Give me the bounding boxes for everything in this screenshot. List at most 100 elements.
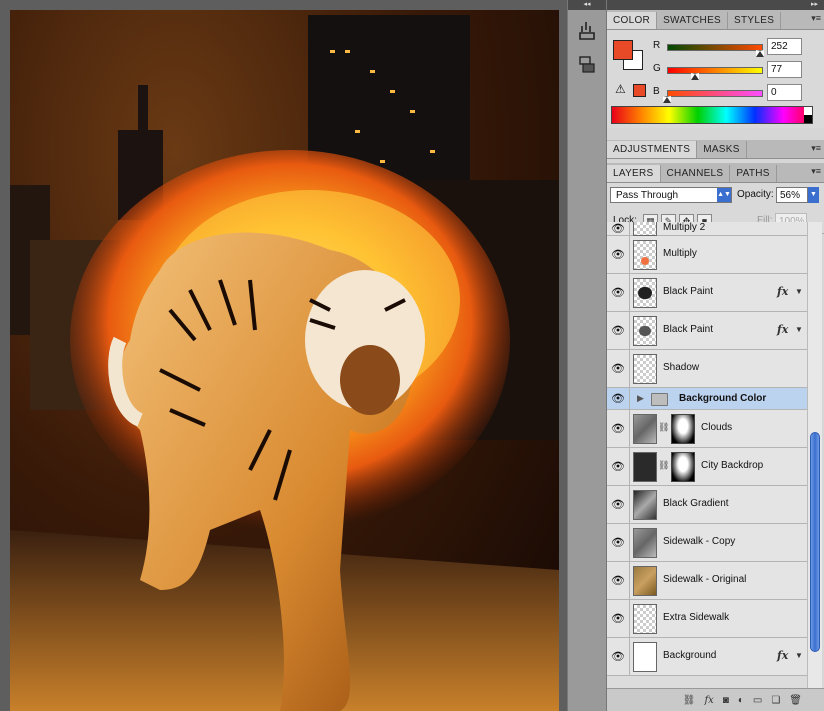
layer-thumbnail <box>633 414 657 444</box>
clone-source-icon[interactable] <box>574 52 600 78</box>
tab-layers[interactable]: LAYERS <box>607 165 661 182</box>
artwork-image[interactable] <box>10 10 559 711</box>
layer-row-black-gradient[interactable]: 👁 Black Gradient <box>607 486 807 524</box>
layer-thumbnail <box>633 316 657 346</box>
red-label: R <box>653 40 661 51</box>
new-layer-icon[interactable]: ❏ <box>771 695 780 706</box>
red-slider-thumb[interactable] <box>755 50 764 57</box>
layer-row-black-paint-2[interactable]: 👁 Black Paint fx ▼ <box>607 312 807 350</box>
green-slider-track[interactable] <box>667 67 763 74</box>
color-spectrum-bar[interactable] <box>611 106 813 124</box>
tab-channels[interactable]: CHANNELS <box>661 165 731 182</box>
link-layers-icon[interactable]: ⛓ <box>683 695 696 706</box>
layer-thumbnail <box>633 452 657 482</box>
blend-mode-arrow-icon[interactable]: ▲▼ <box>717 188 731 202</box>
document-canvas-area[interactable] <box>0 0 567 711</box>
link-icon[interactable]: ⛓ <box>658 460 669 471</box>
adjustments-tabbar: ADJUSTMENTS MASKS ▾≡ <box>607 140 824 159</box>
eye-icon[interactable]: 👁 <box>607 222 630 235</box>
eye-icon[interactable]: 👁 <box>607 350 630 387</box>
link-icon[interactable]: ⛓ <box>658 422 669 433</box>
layer-group-background-color[interactable]: 👁 ▶ Background Color <box>607 388 807 410</box>
eye-icon[interactable]: 👁 <box>607 562 630 599</box>
add-mask-icon[interactable]: ◙ <box>723 695 729 706</box>
fx-icon[interactable]: fx <box>777 649 788 662</box>
layer-row-extra-sidewalk[interactable]: 👁 Extra Sidewalk <box>607 600 807 638</box>
tab-masks[interactable]: MASKS <box>697 141 747 158</box>
fx-icon[interactable]: fx <box>777 285 788 298</box>
new-adjustment-layer-icon[interactable]: ◐ <box>738 695 744 706</box>
layer-name: Multiply <box>663 248 697 259</box>
tiger-artwork <box>10 15 559 711</box>
red-value-input[interactable]: 252 <box>767 38 802 55</box>
layer-list[interactable]: 👁 Multiply 2 👁 Multiply 👁 Black Paint fx… <box>607 222 807 688</box>
layer-row-multiply[interactable]: 👁 Multiply <box>607 236 807 274</box>
layers-menu-icon[interactable]: ▾≡ <box>811 166 821 177</box>
layer-row-black-paint-1[interactable]: 👁 Black Paint fx ▼ <box>607 274 807 312</box>
eye-icon[interactable]: 👁 <box>607 312 630 349</box>
eye-icon[interactable]: 👁 <box>607 486 630 523</box>
green-slider-thumb[interactable] <box>691 73 700 80</box>
eye-icon[interactable]: 👁 <box>607 410 630 447</box>
red-slider-row: R 252 <box>653 38 821 57</box>
layer-mask-thumbnail[interactable] <box>671 414 695 444</box>
layer-name: Clouds <box>701 422 733 433</box>
eye-icon[interactable]: 👁 <box>607 600 630 637</box>
layer-row-clouds[interactable]: 👁 ⛓ Clouds <box>607 410 807 448</box>
expand-effects-icon[interactable]: ▼ <box>795 325 803 334</box>
layer-row-shadow[interactable]: 👁 Shadow <box>607 350 807 388</box>
layer-row-city-backdrop[interactable]: 👁 ⛓ City Backdrop <box>607 448 807 486</box>
layers-scrollbar[interactable] <box>807 222 822 688</box>
layers-footer: ⛓ fx ◙ ◐ ▭ ❏ 🗑 <box>607 688 824 711</box>
tab-swatches[interactable]: SWATCHES <box>657 12 729 29</box>
adjustments-menu-icon[interactable]: ▾≡ <box>811 143 821 154</box>
layers-scrollbar-thumb[interactable] <box>810 432 820 652</box>
blue-slider-thumb[interactable] <box>663 96 671 103</box>
blue-slider-row: B 0 <box>653 84 821 103</box>
layer-row-partial[interactable]: 👁 Multiply 2 <box>607 222 807 236</box>
brush-presets-glyph <box>579 22 595 40</box>
trash-icon[interactable]: 🗑 <box>789 695 802 706</box>
blue-value-input[interactable]: 0 <box>767 84 802 101</box>
green-value-input[interactable]: 77 <box>767 61 802 78</box>
layer-thumbnail <box>633 528 657 558</box>
eye-icon[interactable]: 👁 <box>607 274 630 311</box>
tab-color[interactable]: COLOR <box>607 12 658 29</box>
eye-icon[interactable]: 👁 <box>607 236 630 273</box>
opacity-input[interactable]: 56% <box>776 187 808 203</box>
blend-mode-select[interactable]: Pass Through ▲▼ <box>610 187 732 203</box>
expand-effects-icon[interactable]: ▼ <box>795 651 803 660</box>
layer-mask-thumbnail[interactable] <box>671 452 695 482</box>
panel-expand-grip[interactable]: ▸▸ <box>607 0 824 10</box>
opacity-label: Opacity: <box>737 189 774 200</box>
tab-paths[interactable]: PATHS <box>730 165 777 182</box>
fx-icon[interactable]: fx <box>777 323 788 336</box>
eye-icon[interactable]: 👁 <box>607 524 630 561</box>
brush-presets-icon[interactable] <box>574 18 600 44</box>
green-label: G <box>653 63 661 74</box>
new-group-icon[interactable]: ▭ <box>753 695 762 706</box>
eye-icon[interactable]: 👁 <box>607 388 630 409</box>
layer-row-background[interactable]: 👁 Background fx ▼ <box>607 638 807 676</box>
layer-row-sidewalk-original[interactable]: 👁 Sidewalk - Original <box>607 562 807 600</box>
add-style-icon[interactable]: fx <box>704 695 713 706</box>
opacity-dropdown-icon[interactable]: ▼ <box>808 187 819 203</box>
layer-thumbnail <box>633 566 657 596</box>
dock-collapse-grip[interactable]: ◂◂ <box>568 0 606 10</box>
foreground-color-swatch[interactable] <box>613 40 633 60</box>
tab-styles[interactable]: STYLES <box>728 12 782 29</box>
eye-icon[interactable]: 👁 <box>607 638 630 675</box>
panel-menu-icon[interactable]: ▾≡ <box>811 13 821 24</box>
group-expand-icon[interactable]: ▶ <box>637 393 644 404</box>
tab-adjustments[interactable]: ADJUSTMENTS <box>607 141 698 158</box>
red-slider-track[interactable] <box>667 44 763 51</box>
expand-effects-icon[interactable]: ▼ <box>795 287 803 296</box>
eye-icon[interactable]: 👁 <box>607 448 630 485</box>
layer-row-sidewalk-copy[interactable]: 👁 Sidewalk - Copy <box>607 524 807 562</box>
gamut-warning-swatch[interactable] <box>633 84 646 97</box>
layer-thumbnail <box>633 222 657 236</box>
layers-tabbar: LAYERS CHANNELS PATHS ▾≡ <box>607 163 824 183</box>
blue-slider-track[interactable] <box>667 90 763 97</box>
blend-mode-value: Pass Through <box>616 190 679 201</box>
gamut-warning-icon[interactable]: ⚠ <box>615 82 626 96</box>
